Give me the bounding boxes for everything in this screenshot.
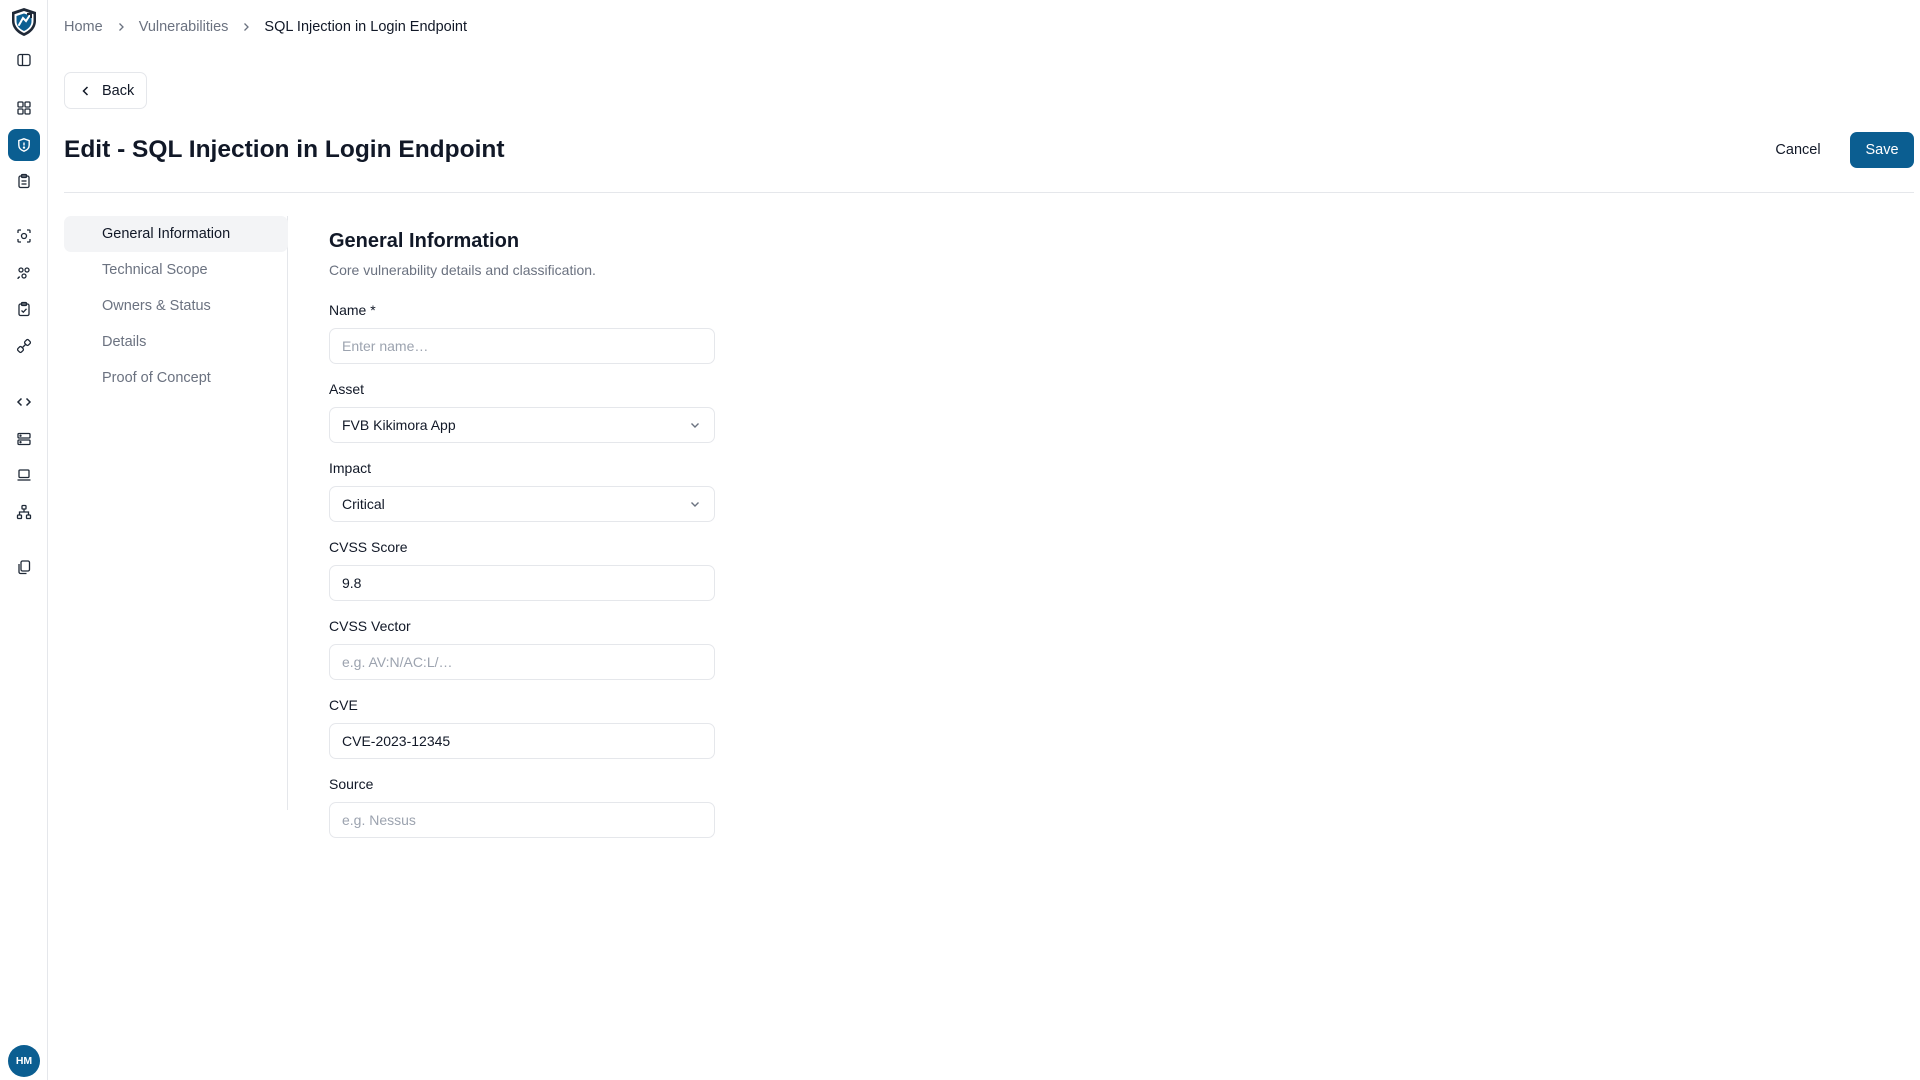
server-icon[interactable]	[8, 423, 40, 455]
cve-field-group: CVE CVE-2023-12345	[329, 697, 715, 759]
page-title: Edit - SQL Injection in Login Endpoint	[64, 136, 505, 163]
section-nav: General Information Technical Scope Owne…	[64, 216, 288, 810]
impact-select[interactable]: Critical	[329, 486, 715, 522]
code-icon[interactable]	[8, 386, 40, 418]
user-avatar[interactable]: HM	[8, 1045, 40, 1077]
header-divider	[64, 192, 1914, 193]
main-content: Home Vulnerabilities SQL Injection in Lo…	[64, 0, 1914, 1080]
section-nav-details[interactable]: Details	[64, 324, 288, 360]
section-nav-proof-of-concept[interactable]: Proof of Concept	[64, 360, 288, 396]
breadcrumb: Home Vulnerabilities SQL Injection in Lo…	[64, 19, 467, 35]
chevron-down-icon	[691, 423, 699, 428]
checklist-icon[interactable]	[8, 293, 40, 325]
section-nav-general-information[interactable]: General Information	[64, 216, 288, 252]
source-placeholder: e.g. Nessus	[342, 812, 416, 828]
shield-logo-icon[interactable]	[8, 6, 40, 38]
impact-field-group: Impact Critical	[329, 460, 715, 522]
clipboard-icon[interactable]	[8, 165, 40, 197]
back-button[interactable]: Back	[64, 72, 148, 109]
source-field-group: Source e.g. Nessus	[329, 776, 715, 838]
save-button[interactable]: Save	[1850, 132, 1914, 168]
cvss-score-label: CVSS Score	[329, 539, 408, 555]
chevron-right-icon	[115, 21, 127, 33]
integrations-icon[interactable]	[8, 330, 40, 362]
cvss-score-input[interactable]: 9.8	[329, 565, 715, 601]
impact-value: Critical	[342, 496, 385, 512]
name-label: Name *	[329, 302, 376, 318]
name-input[interactable]: Enter name…	[329, 328, 715, 364]
name-placeholder: Enter name…	[342, 338, 429, 354]
teams-icon[interactable]	[8, 257, 40, 289]
back-button-label: Back	[102, 82, 135, 99]
cve-input[interactable]: CVE-2023-12345	[329, 723, 715, 759]
form-description: Core vulnerability details and classific…	[329, 262, 596, 278]
impact-label: Impact	[329, 460, 372, 476]
general-information-form: General Information Core vulnerability d…	[329, 230, 715, 838]
asset-field-group: Asset FVB Kikimora App	[329, 381, 715, 443]
left-rail: HM	[0, 0, 48, 1080]
cvss-vector-input[interactable]: e.g. AV:N/AC:L/…	[329, 644, 715, 680]
section-nav-technical-scope[interactable]: Technical Scope	[64, 252, 288, 288]
source-input[interactable]: e.g. Nessus	[329, 802, 715, 838]
source-label: Source	[329, 776, 374, 792]
name-field-group: Name * Enter name…	[329, 302, 715, 364]
laptop-icon[interactable]	[8, 459, 40, 491]
cve-value: CVE-2023-12345	[342, 733, 451, 749]
form-title: General Information	[329, 230, 520, 252]
cve-label: CVE	[329, 697, 358, 713]
network-icon[interactable]	[8, 496, 40, 528]
asset-value: FVB Kikimora App	[342, 417, 456, 433]
cancel-button[interactable]: Cancel	[1766, 132, 1830, 168]
documents-icon[interactable]	[8, 551, 40, 583]
vulnerabilities-icon[interactable]	[8, 129, 40, 161]
chevron-left-icon	[82, 85, 89, 96]
scan-icon[interactable]	[8, 220, 40, 252]
asset-select[interactable]: FVB Kikimora App	[329, 407, 715, 443]
cvss-vector-label: CVSS Vector	[329, 618, 411, 634]
cvss-vector-field-group: CVSS Vector e.g. AV:N/AC:L/…	[329, 618, 715, 680]
chevron-right-icon	[240, 21, 252, 33]
cvss-score-field-group: CVSS Score 9.8	[329, 539, 715, 601]
breadcrumb-vulnerabilities[interactable]: Vulnerabilities	[139, 19, 229, 35]
breadcrumb-current: SQL Injection in Login Endpoint	[264, 19, 468, 35]
cvss-vector-placeholder: e.g. AV:N/AC:L/…	[342, 654, 453, 670]
breadcrumb-home[interactable]: Home	[64, 19, 103, 35]
chevron-down-icon	[691, 502, 699, 507]
asset-label: Asset	[329, 381, 365, 397]
section-nav-owners-status[interactable]: Owners & Status	[64, 288, 288, 324]
panel-toggle-icon[interactable]	[8, 44, 40, 76]
cvss-score-value: 9.8	[342, 575, 362, 591]
dashboard-icon[interactable]	[8, 92, 40, 124]
